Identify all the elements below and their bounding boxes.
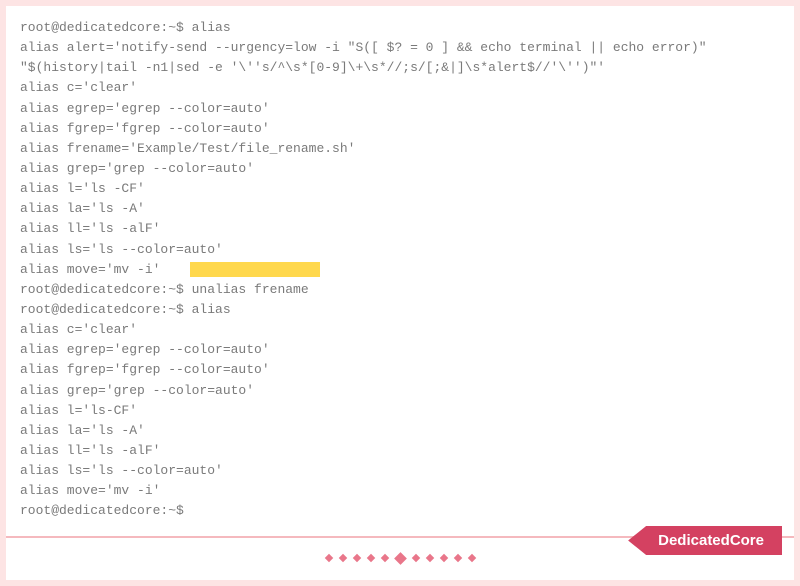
terminal-line: alias frename='Example/Test/file_rename.… bbox=[20, 139, 780, 159]
diamond-icon bbox=[467, 554, 475, 562]
diamond-icon bbox=[380, 554, 388, 562]
diamond-icon bbox=[352, 554, 360, 562]
terminal-line: "$(history|tail -n1|sed -e '\''s/^\s*[0-… bbox=[20, 58, 780, 78]
terminal-line: alias grep='grep --color=auto' bbox=[20, 381, 780, 401]
terminal-line: alias egrep='egrep --color=auto' bbox=[20, 99, 780, 119]
highlight-marker bbox=[190, 262, 320, 277]
terminal-line: alias fgrep='fgrep --color=auto' bbox=[20, 360, 780, 380]
terminal-line: alias move='mv -i' bbox=[20, 481, 780, 501]
terminal-text: alias move='mv -i' bbox=[20, 262, 160, 277]
diamond-icon bbox=[439, 554, 447, 562]
terminal-line: alias ls='ls --color=auto' bbox=[20, 240, 780, 260]
terminal-line: alias c='clear' bbox=[20, 78, 780, 98]
diamond-icon bbox=[425, 554, 433, 562]
diamond-icon bbox=[394, 552, 407, 565]
terminal-line: alias grep='grep --color=auto' bbox=[20, 159, 780, 179]
terminal-line: alias fgrep='fgrep --color=auto' bbox=[20, 119, 780, 139]
terminal-line: alias ls='ls --color=auto' bbox=[20, 461, 780, 481]
terminal-line: alias ll='ls -alF' bbox=[20, 219, 780, 239]
terminal-line: alias ll='ls -alF' bbox=[20, 441, 780, 461]
terminal-line: root@dedicatedcore:~$ alias bbox=[20, 18, 780, 38]
terminal-line: alias l='ls-CF' bbox=[20, 401, 780, 421]
diamond-icon bbox=[338, 554, 346, 562]
terminal-line: alias move='mv -i' bbox=[20, 260, 780, 280]
terminal-line: root@dedicatedcore:~$ alias bbox=[20, 300, 780, 320]
terminal-line: alias c='clear' bbox=[20, 320, 780, 340]
diamond-icon bbox=[453, 554, 461, 562]
dots-decoration bbox=[326, 554, 475, 563]
brand-badge: DedicatedCore bbox=[628, 526, 782, 555]
terminal-output[interactable]: root@dedicatedcore:~$ aliasalias alert='… bbox=[6, 6, 794, 536]
terminal-line: alias alert='notify-send --urgency=low -… bbox=[20, 38, 780, 58]
terminal-line: alias egrep='egrep --color=auto' bbox=[20, 340, 780, 360]
footer: DedicatedCore bbox=[6, 538, 794, 578]
diamond-icon bbox=[411, 554, 419, 562]
diamond-icon bbox=[366, 554, 374, 562]
terminal-line: alias l='ls -CF' bbox=[20, 179, 780, 199]
terminal-line: root@dedicatedcore:~$ unalias frename bbox=[20, 280, 780, 300]
terminal-line: root@dedicatedcore:~$ bbox=[20, 501, 780, 521]
terminal-line: alias la='ls -A' bbox=[20, 421, 780, 441]
diamond-icon bbox=[324, 554, 332, 562]
terminal-frame: root@dedicatedcore:~$ aliasalias alert='… bbox=[0, 0, 800, 586]
terminal-line: alias la='ls -A' bbox=[20, 199, 780, 219]
